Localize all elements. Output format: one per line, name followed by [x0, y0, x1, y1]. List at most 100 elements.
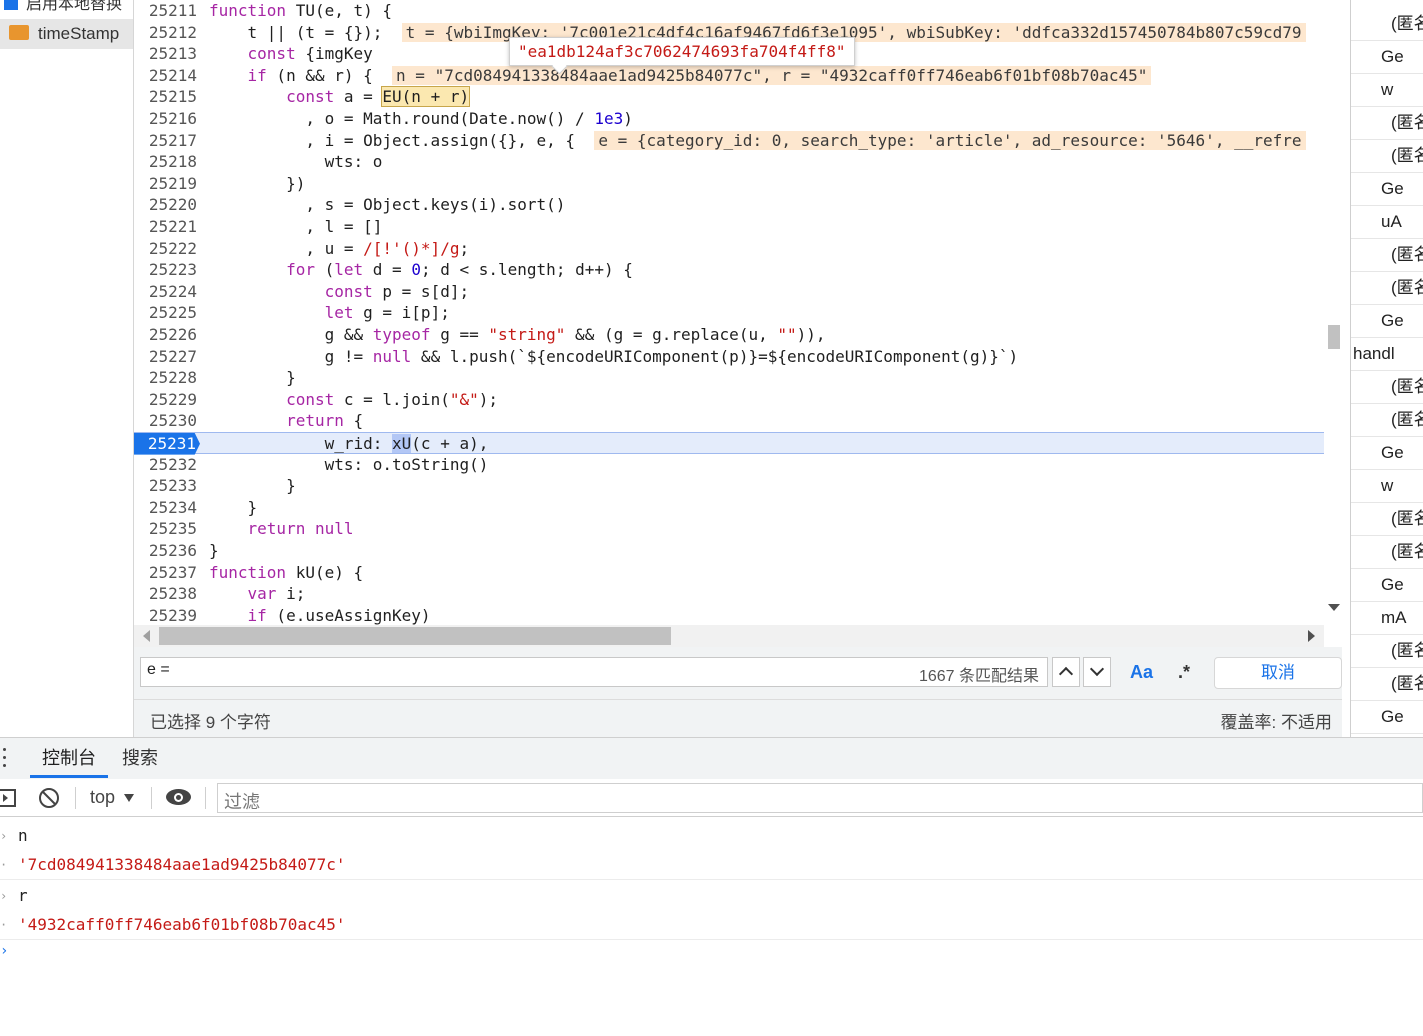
line-number[interactable]: 25218 — [134, 151, 197, 173]
line-number[interactable]: 25235 — [134, 518, 197, 540]
code-line[interactable]: 25218 wts: o — [134, 151, 1324, 173]
line-number[interactable]: 25234 — [134, 497, 197, 519]
enable-local-overrides-row[interactable]: 启用本地替换 — [4, 0, 122, 13]
console-input-row[interactable]: › n — [0, 821, 1423, 851]
call-stack-frame[interactable]: (匿名 — [1351, 635, 1423, 668]
code-line[interactable]: 25216 , o = Math.round(Date.now() / 1e3) — [134, 108, 1324, 130]
next-match-button[interactable] — [1083, 657, 1111, 687]
line-number[interactable]: 25217 — [134, 130, 197, 152]
vertical-scroll-thumb[interactable] — [1328, 325, 1340, 349]
call-stack-frame[interactable]: (匿名 — [1351, 404, 1423, 437]
cancel-find-button[interactable]: 取消 — [1214, 657, 1342, 689]
line-number[interactable]: 25239 — [134, 605, 197, 625]
line-number[interactable]: 25223 — [134, 259, 197, 281]
line-number[interactable]: 25238 — [134, 583, 197, 605]
line-number[interactable]: 25233 — [134, 475, 197, 497]
console-output[interactable]: › n · '7cd084941338484aae1ad9425b84077c' ›… — [0, 818, 1423, 1036]
line-number[interactable]: 25227 — [134, 346, 197, 368]
code-line[interactable]: 25219 }) — [134, 173, 1324, 195]
call-stack-frame[interactable]: (匿名 — [1351, 239, 1423, 272]
eye-icon[interactable] — [166, 789, 191, 805]
code-line[interactable]: 25211 function TU(e, t) { — [134, 0, 1324, 22]
code-line[interactable]: 25227 g != null && l.push(`${encodeURICo… — [134, 346, 1324, 368]
line-number[interactable]: 25222 — [134, 238, 197, 260]
code-line[interactable]: 25236} — [134, 540, 1324, 562]
call-stack-frame[interactable]: (匿名 — [1351, 668, 1423, 701]
call-stack-frame[interactable]: Ge — [1351, 305, 1423, 338]
line-number[interactable]: 25236 — [134, 540, 197, 562]
file-tree-item-timestamp[interactable]: timeStamp — [0, 19, 133, 49]
line-number[interactable]: 25220 — [134, 194, 197, 216]
line-number[interactable]: 25221 — [134, 216, 197, 238]
code-line[interactable]: 25237 function kU(e) { — [134, 562, 1324, 584]
editor-horizontal-scrollbar[interactable] — [134, 625, 1324, 647]
code-line[interactable]: 25232 wts: o.toString() — [134, 454, 1324, 476]
code-line[interactable]: 25221 , l = [] — [134, 216, 1324, 238]
code-line[interactable]: 25224 const p = s[d]; — [134, 281, 1324, 303]
editor-vertical-scrollbar[interactable] — [1324, 0, 1342, 625]
call-stack-frame[interactable]: w — [1351, 470, 1423, 503]
call-stack-frame[interactable]: Ge — [1351, 173, 1423, 206]
code-line[interactable]: 25230 return { — [134, 410, 1324, 432]
code-line[interactable]: 25234 } — [134, 497, 1324, 519]
code-line-active[interactable]: 25231 w_rid: xU(c + a), — [134, 432, 1324, 455]
line-number[interactable]: 25225 — [134, 302, 197, 324]
regex-button[interactable]: .* — [1178, 662, 1190, 683]
code-line[interactable]: 25238 var i; — [134, 583, 1324, 605]
line-number[interactable]: 25216 — [134, 108, 197, 130]
clear-console-icon[interactable] — [39, 788, 59, 808]
call-stack-frame[interactable]: mA — [1351, 602, 1423, 635]
code-line[interactable]: 25223 for (let d = 0; d < s.length; d++)… — [134, 259, 1324, 281]
line-number-breakpoint[interactable]: 25231 — [134, 433, 200, 455]
previous-match-button[interactable] — [1052, 657, 1080, 687]
call-stack-frame[interactable]: uA — [1351, 206, 1423, 239]
console-prompt-icon[interactable]: › — [0, 943, 8, 959]
code-line[interactable]: 25214 if (n && r) { n = "7cd084941338484… — [134, 65, 1324, 87]
checkbox-icon[interactable] — [4, 0, 18, 10]
line-number[interactable]: 25219 — [134, 173, 197, 195]
call-stack-frame[interactable]: Ge — [1351, 41, 1423, 74]
call-stack-frame[interactable]: Ge — [1351, 701, 1423, 734]
call-stack-frame[interactable]: (匿名 — [1351, 536, 1423, 569]
console-result-row[interactable]: · '7cd084941338484aae1ad9425b84077c' — [0, 850, 1423, 880]
call-stack-frame[interactable]: (匿名 — [1351, 272, 1423, 305]
line-number[interactable]: 25229 — [134, 389, 197, 411]
scroll-left-arrow-icon[interactable] — [143, 630, 150, 642]
code-line[interactable]: 25222 , u = /[!'()*]/g; — [134, 238, 1324, 260]
horizontal-scroll-thumb[interactable] — [159, 627, 671, 645]
code-line[interactable]: 25225 let g = i[p]; — [134, 302, 1324, 324]
code-line[interactable]: 25215 const a = EU(n + r) — [134, 86, 1324, 108]
call-stack-frame[interactable]: (匿名 — [1351, 503, 1423, 536]
code-line[interactable]: 25235 return null — [134, 518, 1324, 540]
call-stack-frame[interactable]: handl — [1351, 338, 1423, 371]
match-case-button[interactable]: Aa — [1130, 662, 1153, 683]
line-number[interactable]: 25232 — [134, 454, 197, 476]
call-stack-frame[interactable]: Ge — [1351, 569, 1423, 602]
code-editor[interactable]: 25211 function TU(e, t) { 25212 t || (t =… — [134, 0, 1342, 625]
line-number[interactable]: 25226 — [134, 324, 197, 346]
call-stack-frame[interactable]: (匿名 — [1351, 8, 1423, 41]
line-number[interactable]: 25212 — [134, 22, 197, 44]
line-number[interactable]: 25237 — [134, 562, 197, 584]
more-vert-icon[interactable] — [0, 748, 8, 770]
code-line[interactable]: 25239 if (e.useAssignKey) — [134, 605, 1324, 625]
console-result-row[interactable]: · '4932caff0ff746eab6f01bf08b70ac45' — [0, 910, 1423, 940]
line-number[interactable]: 25213 — [134, 43, 197, 65]
filter-input[interactable]: 过滤 — [217, 783, 1423, 813]
find-query[interactable]: e = — [147, 661, 170, 679]
scroll-down-arrow-icon[interactable] — [1328, 604, 1340, 611]
find-input[interactable]: e = 1667 条匹配结果 — [140, 657, 1048, 687]
code-line[interactable]: 25217 , i = Object.assign({}, e, { e = {… — [134, 130, 1324, 152]
scroll-right-arrow-icon[interactable] — [1308, 630, 1315, 642]
line-number[interactable]: 25214 — [134, 65, 197, 87]
code-line[interactable]: 25228 } — [134, 367, 1324, 389]
line-number[interactable]: 25224 — [134, 281, 197, 303]
line-number[interactable]: 25228 — [134, 367, 197, 389]
call-stack-frame[interactable]: Ge — [1351, 437, 1423, 470]
code-line[interactable]: 25233 } — [134, 475, 1324, 497]
call-stack-frame[interactable]: (匿名 — [1351, 371, 1423, 404]
code-line[interactable]: 25229 const c = l.join("&"); — [134, 389, 1324, 411]
line-number[interactable]: 25230 — [134, 410, 197, 432]
context-selector[interactable]: top — [90, 787, 135, 808]
console-input-row[interactable]: › r — [0, 881, 1423, 911]
